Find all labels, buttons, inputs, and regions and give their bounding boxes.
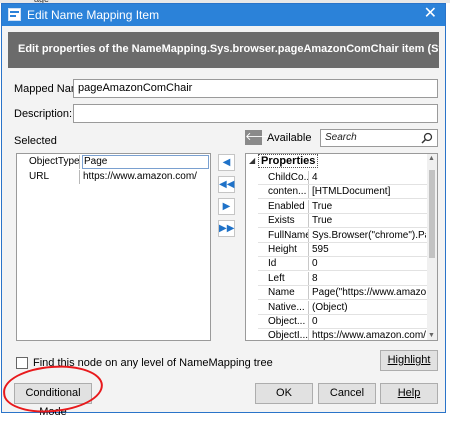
property-value: (Object) xyxy=(312,301,348,313)
search-icon[interactable] xyxy=(421,132,433,144)
selected-row-value: https://www.amazon.com/ xyxy=(83,171,197,182)
move-left-button[interactable]: ◀ xyxy=(218,154,235,171)
property-name: Left xyxy=(268,272,285,284)
properties-group-label: Properties xyxy=(258,154,319,168)
description-label: Description: xyxy=(14,108,73,120)
mapped-name-field[interactable]: pageAmazonComChair xyxy=(73,79,438,98)
property-row[interactable]: Object... 0 xyxy=(246,315,428,329)
cancel-button[interactable]: Cancel xyxy=(318,383,376,404)
scroll-up-icon[interactable]: ▲ xyxy=(428,155,435,162)
item-banner: Edit properties of the NameMapping.Sys.b… xyxy=(8,32,439,68)
property-name: Enabled xyxy=(268,200,305,212)
available-label: Available xyxy=(267,132,312,144)
property-row[interactable]: Name Page("https://www.amazo... xyxy=(246,286,428,301)
double-arrow-left-icon: ◀◀ xyxy=(219,179,235,190)
property-name: ObjectI... xyxy=(268,330,308,341)
conditional-mode-label: Conditional Mode xyxy=(25,387,81,418)
property-row[interactable]: Height 595 xyxy=(246,243,428,257)
property-name: Name xyxy=(268,287,295,299)
highlight-label: Highlight xyxy=(387,354,431,366)
arrow-left-icon: ◀ xyxy=(222,157,231,168)
ok-label: OK xyxy=(276,387,292,399)
property-name: Object... xyxy=(268,316,306,327)
property-name: Native... xyxy=(268,301,305,313)
search-field[interactable]: Search xyxy=(320,129,438,147)
ok-button[interactable]: OK xyxy=(255,383,313,404)
property-row[interactable]: Exists True xyxy=(246,214,428,229)
properties-scrollbar[interactable]: ▲ ▼ xyxy=(427,154,437,340)
arrow-right-icon: ▶ xyxy=(222,201,231,212)
double-arrow-right-icon: ▶▶ xyxy=(219,223,235,234)
search-placeholder: Search xyxy=(325,132,357,143)
property-value: 0 xyxy=(312,316,318,327)
conditional-mode-button[interactable]: Conditional Mode xyxy=(14,383,92,418)
property-row[interactable]: Left 8 xyxy=(246,271,428,286)
selected-properties-table[interactable]: ObjectType Page URL https://www.amazon.c… xyxy=(16,153,211,341)
property-row[interactable]: conten... [HTMLDocument] xyxy=(246,185,428,200)
selected-row-value: Page xyxy=(82,155,209,169)
selected-row-name: URL xyxy=(29,171,50,182)
close-icon[interactable]: ✕ xyxy=(424,5,437,23)
property-value: 4 xyxy=(312,172,318,183)
move-all-right-button[interactable]: ▶▶ xyxy=(218,220,235,237)
property-row[interactable]: Native... (Object) xyxy=(246,300,428,315)
property-name: Exists xyxy=(268,215,295,227)
property-value: [HTMLDocument] xyxy=(312,186,391,198)
property-row[interactable]: ObjectI... https://www.amazon.com/ xyxy=(246,329,428,341)
property-row[interactable]: FullName Sys.Browser("chrome").Pa... xyxy=(246,228,428,243)
edit-name-mapping-dialog: Edit Name Mapping Item ✕ Edit properties… xyxy=(1,3,446,418)
property-value: Page("https://www.amazo... xyxy=(312,287,426,299)
scrollbar-thumb[interactable] xyxy=(429,170,435,258)
property-name: conten... xyxy=(268,186,307,198)
available-back-button[interactable]: 🡐 xyxy=(245,130,275,145)
help-label: Help xyxy=(397,387,421,399)
cancel-label: Cancel xyxy=(329,387,365,399)
selected-label: Selected xyxy=(14,135,57,147)
help-button[interactable]: Help xyxy=(380,383,438,404)
property-value: True xyxy=(312,215,333,227)
property-value: 8 xyxy=(312,272,318,284)
property-row[interactable]: Enabled True xyxy=(246,199,428,214)
find-node-checkbox[interactable] xyxy=(16,357,28,369)
selected-row-url[interactable]: URL https://www.amazon.com/ xyxy=(17,170,210,184)
move-all-left-button[interactable]: ◀◀ xyxy=(218,176,235,193)
dialog-title: Edit Name Mapping Item xyxy=(27,8,160,22)
property-name: Height xyxy=(268,244,297,255)
properties-group-header[interactable]: ◢ Properties xyxy=(246,154,428,169)
property-value: True xyxy=(312,200,333,212)
collapse-triangle-icon[interactable]: ◢ xyxy=(249,156,255,165)
selected-row-name: ObjectType xyxy=(29,156,80,167)
title-bar: Edit Name Mapping Item ✕ xyxy=(2,4,445,26)
property-row[interactable]: ChildCo... 4 xyxy=(246,171,428,185)
scroll-down-icon[interactable]: ▼ xyxy=(428,332,435,339)
highlight-button[interactable]: Highlight xyxy=(380,350,438,371)
property-value: https://www.amazon.com/ xyxy=(312,330,426,341)
find-node-label: Find this node on any level of NameMappi… xyxy=(33,357,273,369)
selected-row-objecttype[interactable]: ObjectType Page xyxy=(17,155,210,169)
property-name: FullName xyxy=(268,229,308,241)
property-value: 595 xyxy=(312,244,329,255)
description-field[interactable] xyxy=(73,104,438,123)
property-name: Id xyxy=(268,258,277,270)
available-properties-list[interactable]: ◢ Properties ChildCo... 4 conten... [HTMLDo… xyxy=(245,153,438,341)
property-value: Sys.Browser("chrome").Pa... xyxy=(312,229,426,241)
move-right-button[interactable]: ▶ xyxy=(218,198,235,215)
property-name: ChildCo... xyxy=(268,172,308,183)
property-row[interactable]: Id 0 xyxy=(246,257,428,272)
property-value: 0 xyxy=(312,258,318,270)
app-icon xyxy=(8,8,21,21)
